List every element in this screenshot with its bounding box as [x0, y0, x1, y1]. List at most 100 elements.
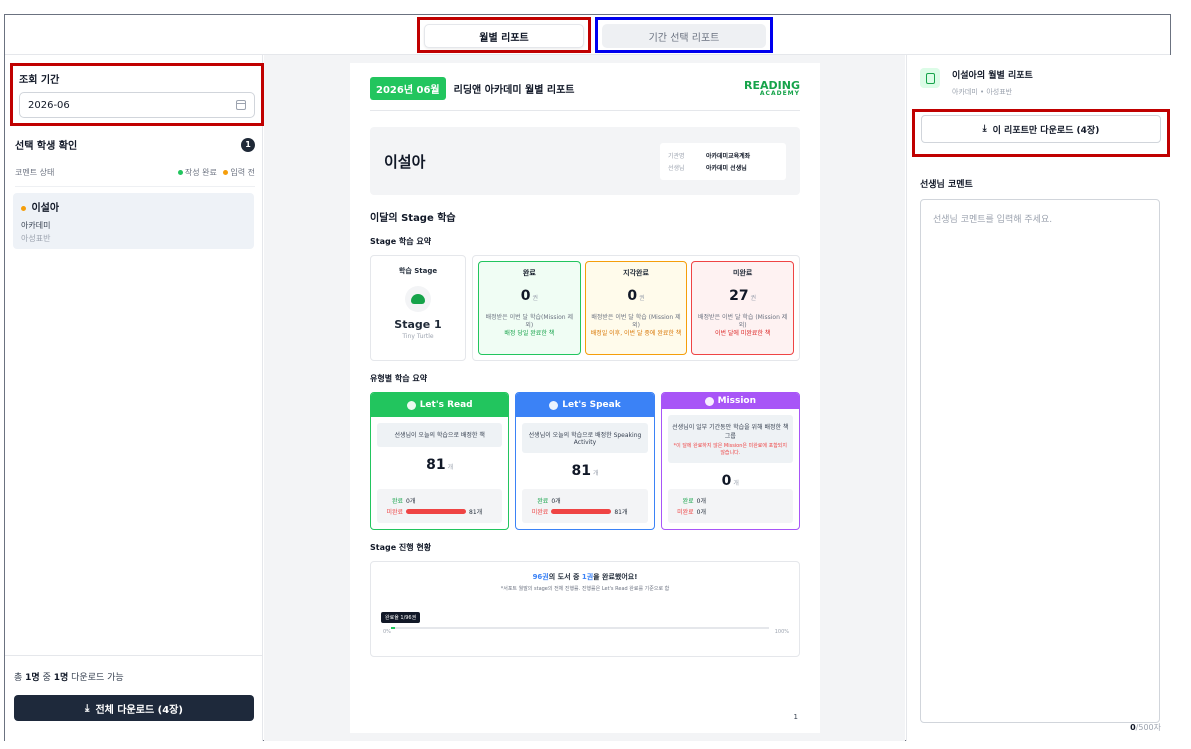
type-value: 0개	[668, 473, 793, 489]
avail-total: 1명	[25, 673, 40, 683]
comment-char-counter: 0/500자	[1130, 722, 1161, 733]
right-sub: 아카데미 • 아성표반	[952, 88, 1013, 96]
download-all-button[interactable]: ⤓ 전체 다운로드 (4장)	[14, 695, 254, 721]
stage-status-group: 완료 0권 배정받은 이번 달 학습(Mission 제외) 배정 당일 완료한…	[472, 255, 800, 361]
download-one-label: 이 리포트만 다운로드 (4장)	[992, 125, 1100, 136]
student-name: 이설아	[31, 203, 60, 214]
type-number: 0	[721, 473, 732, 489]
done-label: 완료	[391, 498, 403, 505]
download-icon: ⤓	[982, 124, 987, 134]
status-desc: 배정받은 이번 달 학습 (Mission 제외)	[591, 314, 681, 329]
stage-progress-title: Stage 진행 현황	[370, 543, 432, 552]
status-unit: 권	[532, 295, 538, 302]
report-page: 2026년 06월 리딩앤 아카데미 월별 리포트 READING ACADEM…	[350, 63, 820, 733]
status-value: 0권	[482, 288, 577, 304]
type-desc: 선생님이 오늘의 학습으로 배정한 Speaking Activity	[522, 423, 648, 453]
type-summary-row: Let's Read 선생님이 오늘의 학습으로 배정한 책 81 개 완료 0개 …	[370, 392, 800, 530]
status-desc2: 배정일 이후, 이번 달 중에 완료한 책	[590, 329, 682, 337]
type-number: 81	[571, 463, 591, 479]
type-unit: 개	[447, 464, 454, 471]
current-stage-card: 학습 Stage Stage 1 Tiny Turtle	[370, 255, 466, 361]
progress-message: 96권의 도서 중 1권을 완료했어요!	[381, 572, 789, 582]
avail-mid: 중	[42, 673, 51, 683]
student-class: 아성표반	[21, 234, 51, 243]
right-panel: 이설아의 월별 리포트 아카데미 • 아성표반 ⤓ 이 리포트만 다운로드 (4…	[906, 55, 1171, 741]
type-desc-text: 선생님이 오늘의 학습으로 배정한 Speaking Activity	[528, 432, 642, 446]
status-desc2: 이번 달에 미완료한 책	[714, 329, 771, 337]
status-unit: 권	[639, 295, 645, 302]
status-title: 완료	[522, 269, 536, 277]
avail-prefix: 총	[14, 673, 23, 683]
progress-fill	[391, 627, 395, 629]
stage-card-title: 학습 Stage	[398, 267, 438, 275]
selected-student-label: 선택 학생 확인	[15, 141, 78, 152]
comment-placeholder: 선생님 코멘트를 입력해 주세요.	[933, 215, 1053, 225]
undone-label: 미완료	[677, 509, 694, 516]
progress-max-label: 100%	[774, 629, 789, 635]
type-summary-title: 유형별 학습 요약	[370, 374, 428, 383]
report-preview-area[interactable]: 2026년 06월 리딩앤 아카데미 월별 리포트 READING ACADEM…	[264, 55, 905, 741]
progress-track	[391, 627, 769, 629]
legend-pending: 입력 전	[230, 168, 255, 177]
done-value: 0개	[406, 498, 416, 505]
student-name-row: 이설아	[21, 199, 246, 214]
type-value: 81 개	[377, 457, 502, 473]
left-sidebar: 조회 기간 2026-06 선택 학생 확인 1 코멘트 상태 작성 완료 입력…	[5, 55, 264, 741]
status-title: 지각완료	[623, 269, 649, 277]
status-desc: 배정받은 이번 달 학습(Mission 제외)	[485, 314, 574, 329]
download-all-label: 전체 다운로드 (4장)	[95, 704, 183, 716]
undone-bar	[406, 509, 466, 514]
comment-status-label: 코멘트 상태	[15, 168, 55, 177]
done-label: 완료	[682, 498, 694, 505]
teacher-comment-input[interactable]: 선생님 코멘트를 입력해 주세요.	[920, 199, 1160, 723]
done-value: 0개	[696, 498, 706, 505]
period-value: 2026-06	[28, 99, 70, 111]
student-list-item[interactable]: 이설아 아카데미 아성표반	[13, 193, 254, 249]
org-label: 기관명	[668, 152, 685, 160]
undone-label: 미완료	[531, 509, 549, 516]
pending-status-icon	[21, 205, 26, 211]
type-breakdown: 완료 0개 미완료 0개	[667, 489, 793, 523]
avail-count: 1명	[53, 673, 69, 683]
book-icon	[406, 400, 416, 410]
legend-done: 작성 완료	[184, 168, 217, 177]
status-unit: 권	[750, 295, 757, 302]
status-title: 미완료	[733, 269, 753, 277]
undone-label: 미완료	[386, 509, 403, 516]
microphone-icon	[549, 400, 559, 410]
highlight-box-period: 기간 선택 리포트	[595, 17, 773, 53]
progress-note: *서포트 월말의 stage의 전체 진행률. 진행률은 Let's Read …	[500, 586, 670, 592]
tab-period-report[interactable]: 기간 선택 리포트	[602, 24, 766, 48]
done-dot-icon	[177, 170, 183, 175]
type-title: Mission	[717, 396, 757, 406]
type-number: 81	[426, 457, 446, 473]
status-value: 27 권	[695, 288, 790, 304]
reading-academy-logo: READING ACADEMY	[744, 80, 800, 97]
progress-done: 1권	[581, 573, 594, 581]
type-breakdown: 완료 0개 미완료 81개	[377, 489, 503, 523]
status-number: 0	[520, 288, 531, 304]
month-badge: 2026년 06월	[370, 77, 446, 100]
left-footer: 총 1명 중 1명 다운로드 가능 ⤓ 전체 다운로드 (4장)	[5, 655, 263, 741]
teacher-value: 아카데미 선생님	[706, 164, 747, 172]
stage-summary-title: Stage 학습 요약	[370, 237, 432, 246]
type-head: Mission	[661, 393, 799, 409]
download-availability: 총 1명 중 1명 다운로드 가능	[14, 670, 254, 683]
highlight-box-monthly: 월별 리포트	[417, 17, 591, 53]
type-title: Let's Read	[419, 400, 473, 410]
tab-monthly-report[interactable]: 월별 리포트	[424, 24, 584, 48]
download-this-report-button[interactable]: ⤓ 이 리포트만 다운로드 (4장)	[921, 115, 1161, 143]
calendar-icon[interactable]	[236, 100, 246, 110]
app-window: 월별 리포트 기간 선택 리포트 조회 기간 2026-06 선택 학생 확인 …	[4, 14, 1171, 741]
type-desc-text: 선생님이 일부 기간동안 학습을 위해 배정한 책 그룹	[672, 424, 789, 440]
done-label: 완료	[537, 498, 549, 505]
turtle-icon	[405, 286, 431, 312]
status-value: 0권	[589, 288, 684, 304]
period-month-input[interactable]: 2026-06	[19, 92, 255, 118]
progress-mid: 의 도서 중	[548, 573, 580, 581]
type-title: Let's Speak	[562, 400, 621, 410]
type-card-lets-speak: Let's Speak 선생님이 오늘의 학습으로 배정한 Speaking A…	[515, 392, 655, 530]
type-card-lets-read: Let's Read 선생님이 오늘의 학습으로 배정한 책 81 개 완료 0개 …	[370, 392, 510, 530]
right-title: 이설아의 월별 리포트	[952, 71, 1033, 81]
rocket-icon	[704, 396, 714, 406]
